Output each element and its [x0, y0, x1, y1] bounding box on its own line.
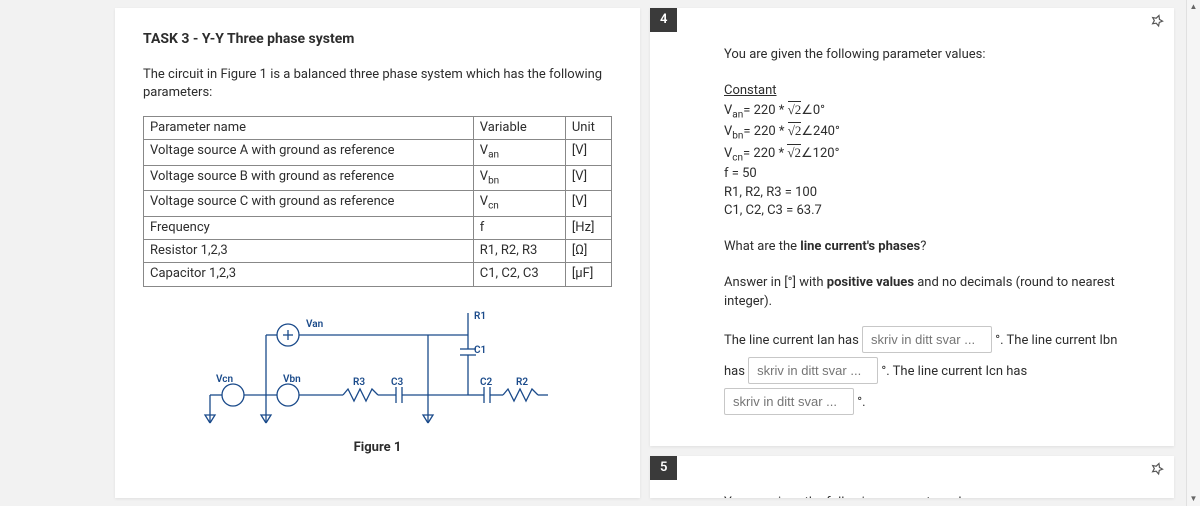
vertical-scrollbar[interactable]: ▲ ▼ — [1186, 0, 1200, 506]
svg-text:R2: R2 — [516, 377, 528, 388]
question-intro: You are given the following parameter va… — [724, 494, 1152, 498]
answer-instruction: Answer in [°] with positive values and n… — [724, 274, 1152, 310]
svg-text:Vcn: Vcn — [216, 374, 233, 385]
constant-heading: Constant — [724, 82, 1152, 100]
svg-text:C1: C1 — [474, 345, 486, 356]
param-vcn: Vcn= 220 * √2∠120° — [724, 144, 1152, 166]
task-panel: TASK 3 - Y-Y Three phase system The circ… — [115, 8, 640, 498]
parameters-table: Parameter name Variable Unit Voltage sou… — [143, 116, 612, 287]
question-card-5: 5 You are given the following parameter … — [650, 456, 1174, 498]
svg-text:R3: R3 — [353, 377, 365, 388]
question-number: 4 — [650, 8, 677, 32]
circuit-diagram: Van Vbn Vcn — [198, 305, 558, 435]
question-text: What are the line current's phases? — [724, 238, 1152, 256]
table-row: Voltage source C with ground as referenc… — [144, 191, 612, 217]
scroll-up-icon[interactable]: ▲ — [1187, 0, 1200, 14]
svg-text:Vbn: Vbn — [283, 374, 301, 385]
scroll-down-icon[interactable]: ▼ — [1187, 492, 1200, 506]
question-intro: You are given the following parameter va… — [724, 46, 1152, 64]
questions-panel: 4 You are given the following parameter … — [650, 8, 1174, 498]
answer-input-icn[interactable] — [724, 388, 854, 415]
param-r: R1, R2, R3 = 100 — [724, 184, 1152, 202]
param-vbn: Vbn= 220 * √2∠240° — [724, 122, 1152, 144]
pin-icon[interactable] — [1150, 462, 1164, 483]
svg-text:C2: C2 — [480, 377, 493, 388]
param-c: C1, C2, C3 = 63.7 — [724, 202, 1152, 220]
task-title: TASK 3 - Y-Y Three phase system — [143, 30, 612, 50]
param-van: Van= 220 * √2∠0° — [724, 101, 1152, 123]
table-row: Capacitor 1,2,3 C1, C2, C3 [µF] — [144, 263, 612, 286]
svg-text:Van: Van — [306, 319, 324, 330]
table-row: Frequency f [Hz] — [144, 216, 612, 239]
table-header-row: Parameter name Variable Unit — [144, 116, 612, 139]
circuit-figure: Van Vbn Vcn — [143, 305, 612, 457]
figure-label: Figure 1 — [143, 439, 612, 457]
table-header: Variable — [473, 116, 565, 139]
table-header: Unit — [565, 116, 611, 139]
table-row: Voltage source A with ground as referenc… — [144, 140, 612, 166]
task-description: The circuit in Figure 1 is a balanced th… — [143, 66, 612, 102]
table-row: Voltage source B with ground as referenc… — [144, 165, 612, 191]
question-number: 5 — [650, 456, 677, 480]
param-f: f = 50 — [724, 165, 1152, 183]
svg-text:C3: C3 — [391, 377, 404, 388]
pin-icon[interactable] — [1150, 14, 1164, 35]
svg-text:R1: R1 — [474, 311, 486, 322]
answer-input-ian[interactable] — [862, 326, 992, 353]
question-card-4: 4 You are given the following parameter … — [650, 8, 1174, 446]
answer-input-ibn[interactable] — [748, 357, 878, 384]
answer-block: The line current Ian has °. The line cur… — [724, 325, 1152, 419]
table-header: Parameter name — [144, 116, 474, 139]
table-row: Resistor 1,2,3 R1, R2, R3 [Ω] — [144, 240, 612, 263]
